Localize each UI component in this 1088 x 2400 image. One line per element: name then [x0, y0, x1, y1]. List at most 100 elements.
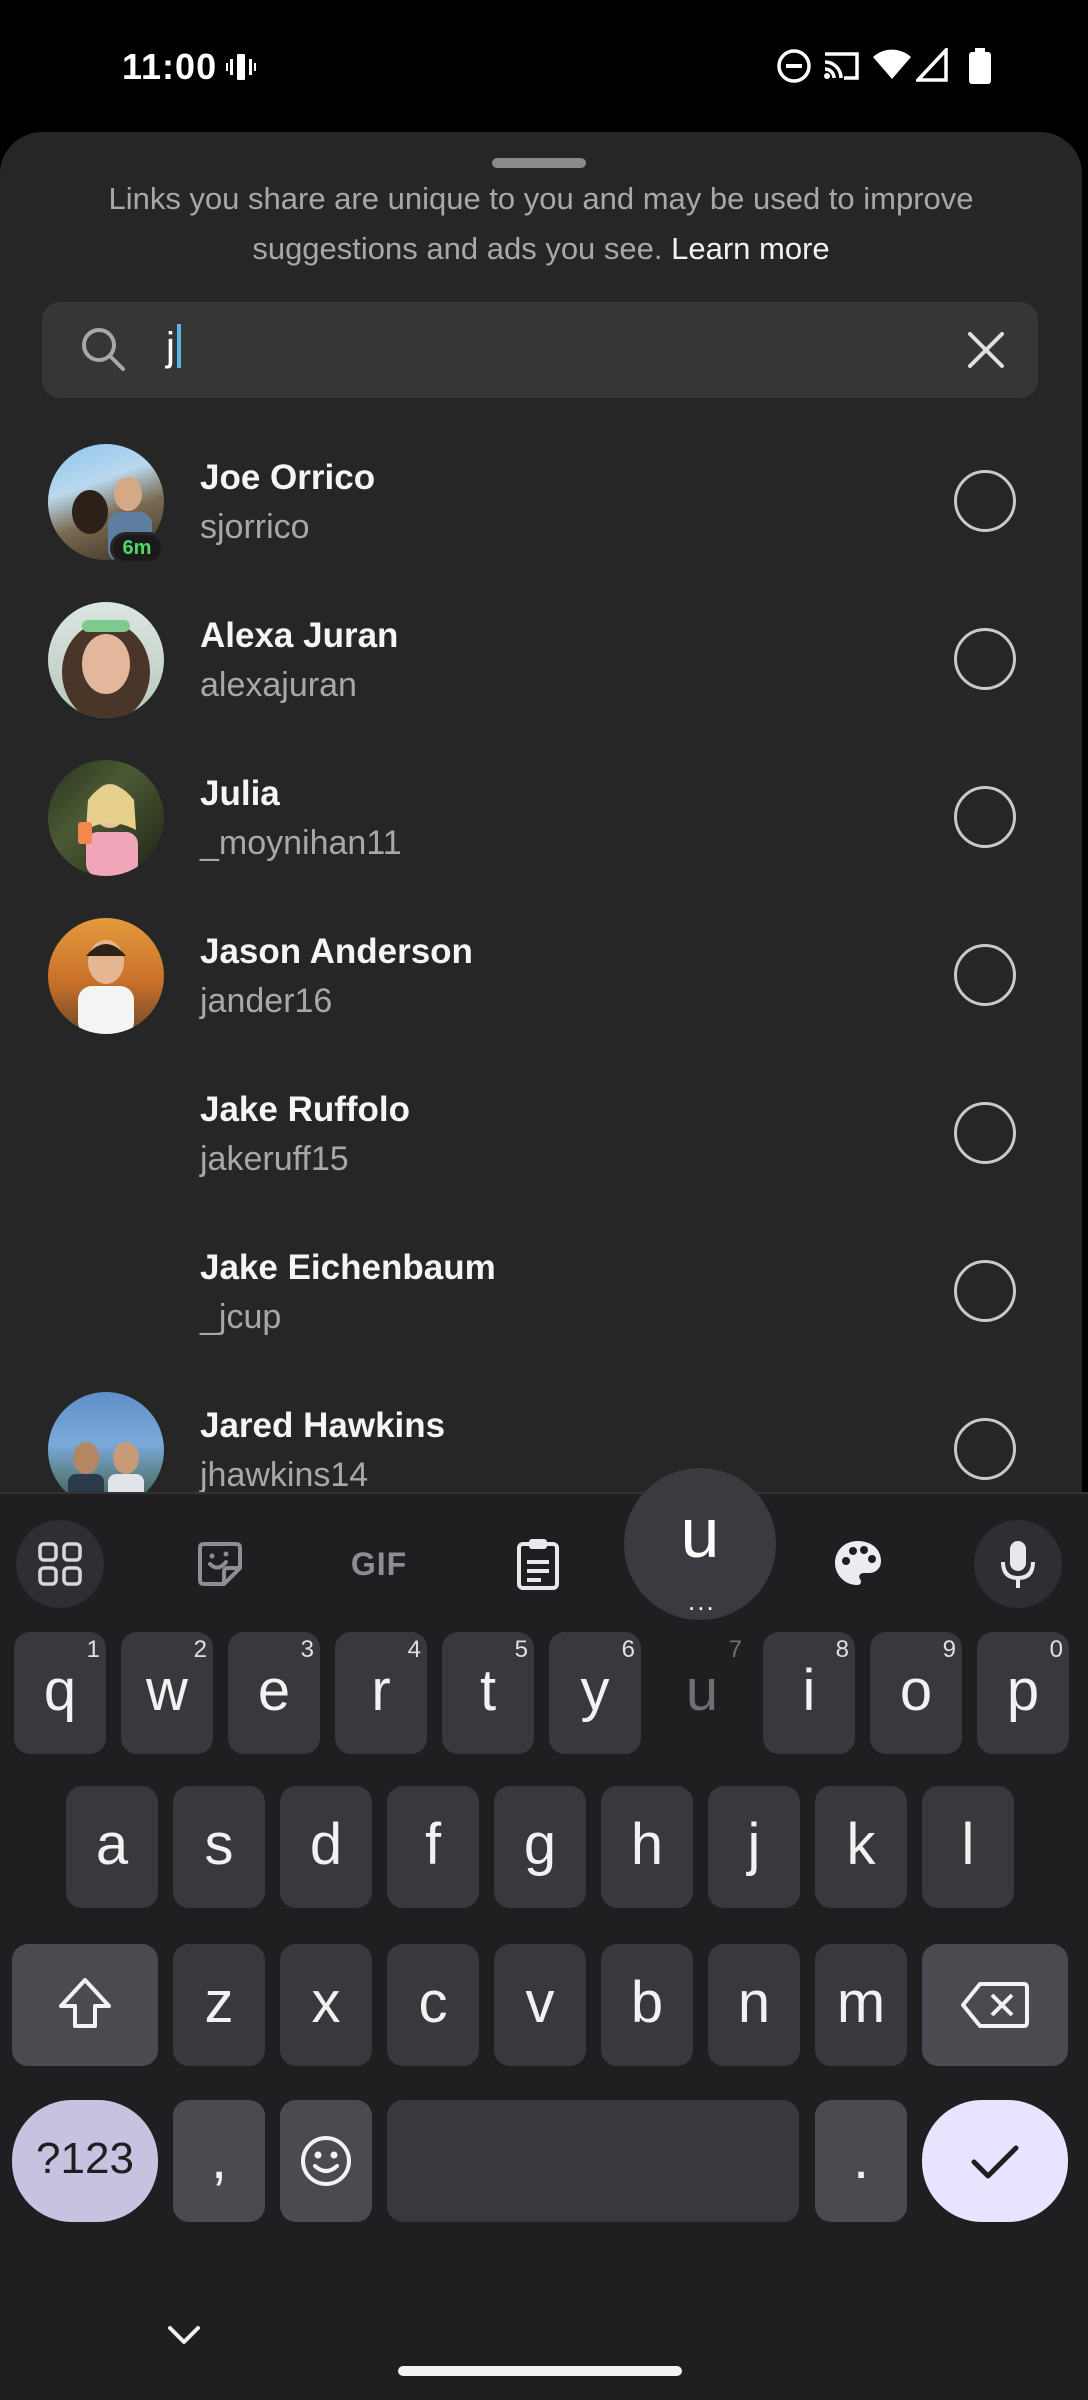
avatar [48, 760, 164, 876]
contact-name: Julia [200, 774, 280, 813]
search-bar[interactable]: j [42, 302, 1038, 398]
privacy-notice: Links you share are unique to you and ma… [60, 174, 1022, 274]
backspace-icon [961, 1982, 1029, 2028]
search-input[interactable]: j [166, 324, 181, 370]
key-f[interactable]: f [387, 1786, 479, 1908]
key-v[interactable]: v [494, 1944, 586, 2066]
key-n[interactable]: n [708, 1944, 800, 2066]
contact-name: Alexa Juran [200, 616, 399, 655]
palette-icon [835, 1541, 881, 1585]
drag-handle[interactable] [492, 158, 586, 168]
battery-icon [969, 48, 991, 84]
contact-row[interactable]: 6m Joe Orrico sjorrico [0, 422, 1082, 580]
space-bar[interactable] [387, 2100, 799, 2222]
backspace-key[interactable] [922, 1944, 1068, 2066]
key-hint: 2 [193, 1636, 207, 1663]
key-a[interactable]: a [66, 1786, 158, 1908]
contact-row[interactable]: Julia _moynihan11 [0, 738, 1082, 896]
search-input-value: j [166, 325, 175, 369]
key-preview-more: ... [688, 1586, 716, 1616]
do-not-disturb-icon [777, 49, 811, 83]
sticker-icon [198, 1542, 242, 1586]
apps-grid-button[interactable] [16, 1520, 104, 1608]
voice-input-button[interactable] [974, 1520, 1062, 1608]
key-hint: 5 [514, 1636, 528, 1663]
select-radio[interactable] [954, 1102, 1016, 1164]
key-hint: 0 [1049, 1636, 1063, 1663]
emoji-key[interactable] [280, 2100, 372, 2222]
key-s[interactable]: s [173, 1786, 265, 1908]
key-hint: 4 [407, 1636, 421, 1663]
privacy-notice-text: Links you share are unique to you and ma… [108, 181, 974, 266]
select-radio[interactable] [954, 628, 1016, 690]
key-e[interactable]: e3 [228, 1632, 320, 1754]
period-key[interactable]: . [815, 2100, 907, 2222]
select-radio[interactable] [954, 1260, 1016, 1322]
key-g[interactable]: g [494, 1786, 586, 1908]
key-o[interactable]: o9 [870, 1632, 962, 1754]
symbols-key[interactable]: ?123 [12, 2100, 158, 2222]
key-p[interactable]: p0 [977, 1632, 1069, 1754]
key-hint: 9 [942, 1636, 956, 1663]
gesture-navigation-bar[interactable] [398, 2366, 682, 2376]
key-d[interactable]: d [280, 1786, 372, 1908]
emoji-icon [301, 2136, 351, 2186]
theme-button[interactable] [814, 1520, 902, 1608]
vibrate-icon [226, 54, 256, 80]
select-radio[interactable] [954, 470, 1016, 532]
key-label: w [146, 1658, 188, 1723]
contact-row[interactable]: Alexa Juran alexajuran [0, 580, 1082, 738]
key-h[interactable]: h [601, 1786, 693, 1908]
contact-name: Jake Eichenbaum [200, 1248, 496, 1287]
search-icon [82, 328, 125, 371]
key-r[interactable]: r4 [335, 1632, 427, 1754]
key-z[interactable]: z [173, 1944, 265, 2066]
key-q[interactable]: q1 [14, 1632, 106, 1754]
contact-row[interactable]: Jason Anderson jander16 [0, 896, 1082, 1054]
key-x[interactable]: x [280, 1944, 372, 2066]
chevron-down-icon[interactable] [164, 2322, 204, 2348]
key-label: u [685, 1658, 719, 1723]
contact-row[interactable]: Jared Hawkins jhawkins14 [0, 1370, 1082, 1492]
key-label: i [802, 1658, 816, 1723]
contact-username: alexajuran [200, 666, 357, 704]
key-label: t [479, 1658, 497, 1723]
learn-more-link[interactable]: Learn more [671, 231, 830, 266]
gif-button[interactable]: GIF [334, 1520, 424, 1608]
key-hint: 7 [728, 1636, 742, 1663]
comma-key[interactable]: , [173, 2100, 265, 2222]
key-hint: 3 [300, 1636, 314, 1663]
key-l[interactable]: l [922, 1786, 1014, 1908]
key-b[interactable]: b [601, 1944, 693, 2066]
shift-key[interactable] [12, 1944, 158, 2066]
key-u[interactable]: u7 [656, 1632, 748, 1754]
key-y[interactable]: y6 [549, 1632, 641, 1754]
key-w[interactable]: w2 [121, 1632, 213, 1754]
cast-icon [824, 52, 859, 80]
contact-row[interactable]: Jake Eichenbaum _jcup [0, 1212, 1082, 1370]
key-hint: 6 [621, 1636, 635, 1663]
avatar [48, 1392, 164, 1492]
contact-name: Jared Hawkins [200, 1406, 446, 1445]
clipboard-button[interactable] [494, 1520, 582, 1608]
contact-username: sjorrico [200, 508, 310, 546]
key-k[interactable]: k [815, 1786, 907, 1908]
select-radio[interactable] [954, 786, 1016, 848]
wifi-icon [873, 49, 911, 79]
select-radio[interactable] [954, 944, 1016, 1006]
key-i[interactable]: i8 [763, 1632, 855, 1754]
select-radio[interactable] [954, 1418, 1016, 1480]
story-time-badge: 6m [110, 532, 164, 564]
key-c[interactable]: c [387, 1944, 479, 2066]
done-key[interactable] [922, 2100, 1068, 2222]
microphone-icon [1001, 1541, 1035, 1588]
key-j[interactable]: j [708, 1786, 800, 1908]
key-label: r [371, 1658, 391, 1723]
close-icon[interactable] [962, 326, 1010, 374]
key-t[interactable]: t5 [442, 1632, 534, 1754]
contact-row[interactable]: Jake Ruffolo jakeruff15 [0, 1054, 1082, 1212]
key-label: o [899, 1658, 933, 1723]
contact-username: jander16 [200, 982, 333, 1020]
key-m[interactable]: m [815, 1944, 907, 2066]
sticker-button[interactable] [176, 1520, 264, 1608]
